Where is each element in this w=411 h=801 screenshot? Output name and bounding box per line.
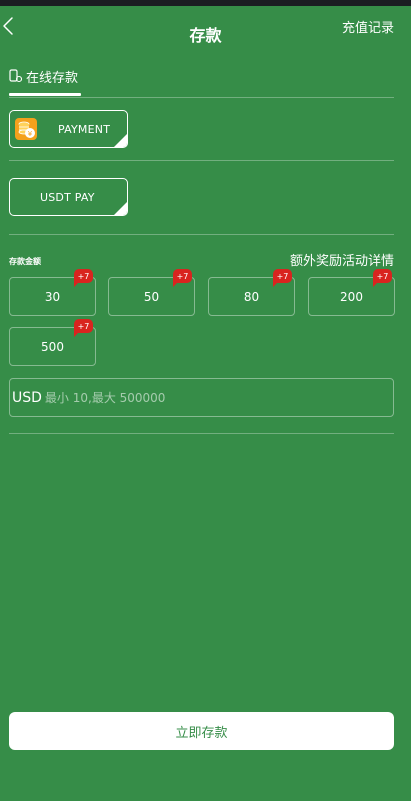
payment-option-payment[interactable]: ¥ PAYMENT (9, 110, 128, 148)
currency-label: USD (12, 389, 42, 406)
svg-text:¥: ¥ (28, 130, 33, 138)
divider (9, 433, 394, 434)
coin-stack-icon: ¥ (15, 118, 37, 140)
amount-placeholder: 最小 10,最大 500000 (44, 391, 166, 405)
phone-deposit-icon (9, 69, 23, 83)
divider (9, 234, 394, 235)
divider (9, 160, 394, 161)
bonus-badge: +7 (74, 269, 93, 287)
recharge-records-link[interactable]: 充值记录 (342, 17, 394, 36)
bonus-badge: +7 (373, 269, 392, 287)
tab-label: 在线存款 (26, 71, 79, 86)
header: 存款 充值记录 (0, 6, 411, 54)
amount-section-label: 存款金额 (9, 257, 41, 266)
amount-value: 200 (340, 289, 363, 304)
checkmark-icon (119, 140, 126, 147)
divider (9, 97, 394, 98)
tab-active-indicator (9, 93, 81, 96)
bonus-badge: +7 (74, 319, 93, 337)
amount-value: 50 (143, 289, 160, 304)
deposit-submit-button[interactable]: 立即存款 (9, 712, 394, 750)
checkmark-icon (119, 208, 126, 215)
payment-option-label: PAYMENT (58, 122, 111, 136)
payment-option-label: USDT PAY (40, 190, 95, 204)
amount-option-500[interactable]: 500 +7 (9, 319, 96, 366)
bonus-badge: +7 (173, 269, 192, 287)
amount-option-200[interactable]: 200 +7 (308, 269, 395, 316)
amount-input[interactable]: USD 最小 10,最大 500000 (9, 378, 394, 417)
amount-value: 30 (44, 289, 61, 304)
amount-option-50[interactable]: 50 +7 (108, 269, 195, 316)
amount-option-30[interactable]: 30 +7 (9, 269, 96, 316)
amount-value: 80 (243, 289, 260, 304)
payment-option-usdt[interactable]: USDT PAY (9, 178, 128, 216)
bonus-details-link[interactable]: 额外奖励活动详情 (290, 250, 394, 269)
amount-option-80[interactable]: 80 +7 (208, 269, 295, 316)
amount-value: 500 (41, 339, 64, 354)
bonus-badge: +7 (273, 269, 292, 287)
